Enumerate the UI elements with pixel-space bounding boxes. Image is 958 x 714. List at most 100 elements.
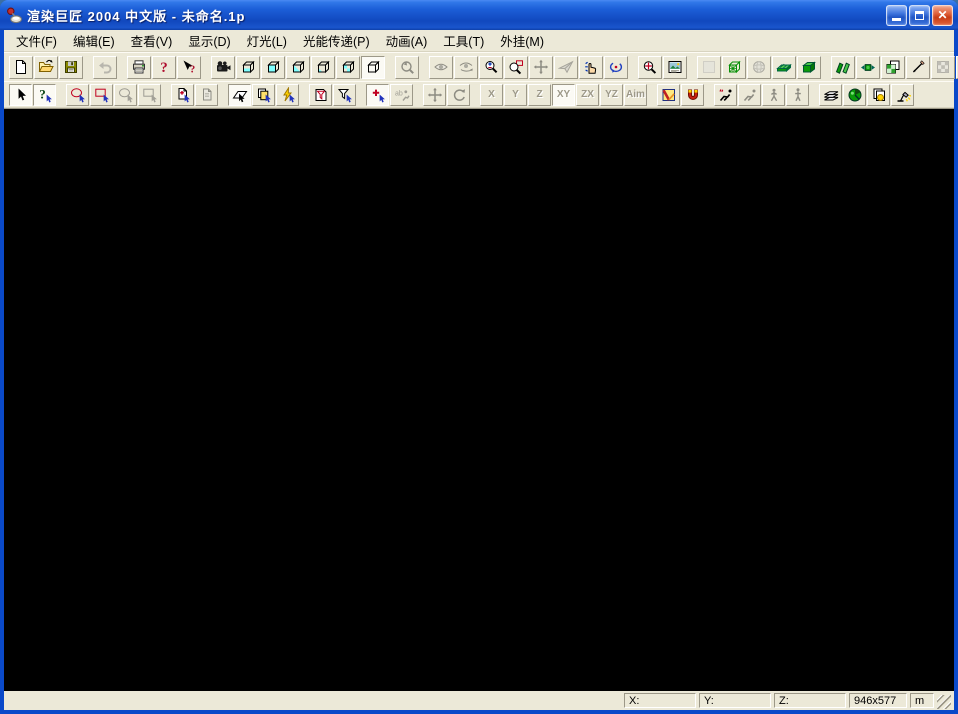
close-icon: ✕: [937, 9, 947, 21]
view-wireframe-button[interactable]: [236, 56, 260, 79]
new-button[interactable]: [9, 56, 33, 79]
perspective-view-button[interactable]: [211, 56, 235, 79]
open-button[interactable]: [34, 56, 58, 79]
select-new-button[interactable]: [171, 84, 194, 106]
view-solid-button[interactable]: [286, 56, 310, 79]
toolbar-separator: [648, 82, 657, 107]
pattern-button: [931, 56, 955, 79]
fence-circle-icon: [70, 87, 86, 103]
align-walk-icon: ab: [394, 87, 410, 103]
resize-grip[interactable]: [937, 695, 951, 709]
animate-camera-button[interactable]: [856, 56, 880, 79]
view-outline-button[interactable]: [361, 56, 385, 79]
view-hiddenline-button[interactable]: [261, 56, 285, 79]
menu-view[interactable]: 查看(V): [123, 29, 181, 53]
toolbar-separator: [705, 82, 714, 107]
view-enhanced-button[interactable]: [311, 56, 335, 79]
maximize-button[interactable]: [909, 5, 930, 26]
zoom-window-button[interactable]: [504, 56, 528, 79]
title-bar[interactable]: 渲染巨匠 2004 中文版 - 未命名.1p ✕: [0, 0, 958, 30]
zoom-inout-button[interactable]: [479, 56, 503, 79]
radiosity-mesh-button[interactable]: [722, 56, 746, 79]
menu-animation[interactable]: 动画(A): [378, 29, 436, 53]
help-icon: ?: [156, 59, 172, 75]
close-button[interactable]: ✕: [932, 5, 953, 26]
animate-crouch-button: [738, 84, 761, 106]
axis-xy-button: XY: [552, 84, 575, 106]
menu-radiosity[interactable]: 光能传递(P): [295, 29, 378, 53]
print-button[interactable]: [127, 56, 151, 79]
perspective-camera-icon: [215, 59, 231, 75]
solid-box-button[interactable]: [797, 56, 821, 79]
align-walk-button: ab: [390, 84, 413, 106]
viewport-3d[interactable]: [4, 108, 954, 691]
new-file-icon: [13, 59, 29, 75]
view-textured-button[interactable]: [336, 56, 360, 79]
render-icon: [661, 87, 677, 103]
snapshot-image-button[interactable]: [663, 56, 687, 79]
render-button[interactable]: [657, 84, 680, 106]
svg-text:?: ?: [160, 60, 168, 75]
move-button: [423, 84, 446, 106]
draw-line-button[interactable]: [906, 56, 930, 79]
filter-page-icon: [313, 87, 329, 103]
save-button[interactable]: [59, 56, 83, 79]
select-light-icon: [280, 87, 296, 103]
add-point-button[interactable]: [366, 84, 389, 106]
selection-filter-button[interactable]: [309, 84, 332, 106]
menu-plugin[interactable]: 外挂(M): [492, 29, 552, 53]
animate-camera-icon: [860, 59, 876, 75]
layers-table-button[interactable]: [819, 84, 842, 106]
animate-crouch-icon: [742, 87, 758, 103]
help-button[interactable]: ?: [152, 56, 176, 79]
menu-display[interactable]: 显示(D): [180, 29, 238, 53]
menu-edit[interactable]: 编辑(E): [65, 29, 123, 53]
open-folder-icon: [38, 59, 54, 75]
orbit-button[interactable]: [604, 56, 628, 79]
toolbar-separator: [386, 53, 395, 81]
radiosity-wire-icon: [726, 59, 742, 75]
snap-button[interactable]: [681, 84, 704, 106]
materials-icon: [847, 87, 863, 103]
pan-view-button: [529, 56, 553, 79]
view-cube-diagonal-icon: [290, 59, 306, 75]
view-cube-plain-icon: [365, 59, 381, 75]
texture-cube-button[interactable]: [881, 56, 905, 79]
materials-table-button[interactable]: [843, 84, 866, 106]
menu-file[interactable]: 文件(F): [8, 29, 65, 53]
toolbar-separator: [629, 53, 638, 81]
zoom-inout-icon: [483, 59, 499, 75]
axis-yz-button-label: YZ: [605, 90, 618, 100]
fence-rect-select-button[interactable]: [90, 84, 113, 106]
snap-icon: [685, 87, 701, 103]
filter-select-button[interactable]: [333, 84, 356, 106]
zoom-window-icon: [508, 59, 524, 75]
query-select-button[interactable]: ?: [33, 84, 56, 106]
lamps-table-button[interactable]: [891, 84, 914, 106]
axis-zx-button: ZX: [576, 84, 599, 106]
menu-tools[interactable]: 工具(T): [435, 29, 492, 53]
menu-light[interactable]: 灯光(L): [239, 29, 295, 53]
fence-circle-select-button[interactable]: [66, 84, 89, 106]
toolbar-separator: [300, 82, 309, 107]
toolbar-separator: [162, 82, 171, 107]
toolbar-separator: [688, 53, 697, 81]
select-button[interactable]: [9, 84, 32, 106]
toolbar-standard: ??: [4, 52, 954, 81]
minimize-button[interactable]: [886, 5, 907, 26]
mesh-slab-button[interactable]: [772, 56, 796, 79]
animate-start-button[interactable]: [714, 84, 737, 106]
draw-line-icon: [910, 59, 926, 75]
select-light-button[interactable]: [276, 84, 299, 106]
zoom-target-button[interactable]: [638, 56, 662, 79]
svg-text:?: ?: [39, 87, 46, 102]
fence-circle-deselect-button: [114, 84, 137, 106]
walkthrough-button[interactable]: [579, 56, 603, 79]
select-block-button[interactable]: [252, 84, 275, 106]
fence-rect-deselect-button: [138, 84, 161, 106]
surfaces-button[interactable]: [831, 56, 855, 79]
context-help-button[interactable]: ?: [177, 56, 201, 79]
blocks-table-button[interactable]: [867, 84, 890, 106]
blank-swatch-button: [697, 56, 721, 79]
select-surface-button[interactable]: [228, 84, 251, 106]
